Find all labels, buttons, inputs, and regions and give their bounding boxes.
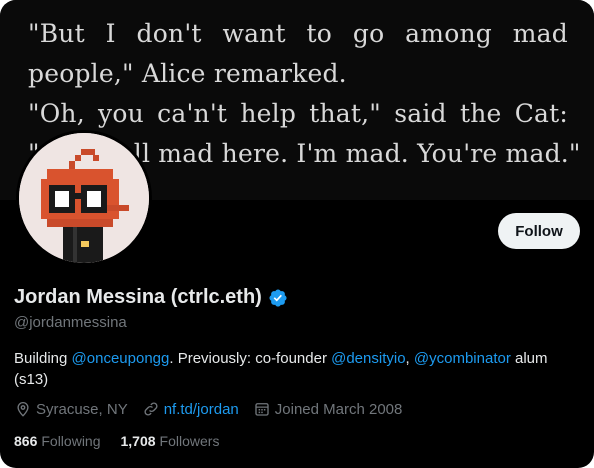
link-icon (144, 402, 158, 416)
follow-stats: 866 Following 1,708 Followers (14, 433, 239, 449)
display-name: Jordan Messina (ctrlc.eth) (14, 286, 262, 308)
location-pin-icon (17, 402, 29, 417)
profile-bio: Building @onceupongg. Previously: co-fou… (14, 348, 574, 390)
username-handle: @jordanmessina (14, 314, 127, 331)
location-text: Syracuse, NY (36, 400, 128, 418)
followers-count: 1,708 (120, 433, 156, 449)
location: Syracuse, NY (14, 400, 128, 418)
follow-button[interactable]: Follow (498, 213, 580, 249)
website: nf.td/jordan (142, 400, 239, 418)
verified-badge-icon[interactable] (268, 288, 288, 308)
followers-link[interactable]: 1,708 Followers (121, 433, 220, 449)
website-link[interactable]: nf.td/jordan (164, 401, 239, 418)
following-link[interactable]: 866 Following (14, 433, 101, 449)
name-row: Jordan Messina (ctrlc.eth) (14, 286, 288, 309)
avatar[interactable] (16, 130, 152, 266)
profile-meta: Syracuse, NY nf.td/jordan Joined March 2… (14, 400, 416, 418)
bio-text: . Previously: co-founder (169, 350, 332, 367)
pixel-ant-avatar-icon (19, 133, 149, 263)
calendar-icon (255, 403, 269, 416)
quote-line-2: people," Alice remarked. (28, 59, 347, 88)
followers-label: Followers (159, 433, 220, 449)
avatar-image (19, 133, 149, 263)
quote-line-1: "But I don't want to go among mad (28, 19, 568, 48)
quote-line-3: "Oh, you ca'n't help that," said the Cat… (28, 99, 568, 128)
bio-mention-link[interactable]: @densityio (331, 350, 405, 367)
following-count: 866 (14, 433, 38, 449)
join-date: Joined March 2008 (253, 400, 403, 418)
bio-text: Building (14, 350, 72, 367)
profile-card: "But I don't want to go among mad people… (0, 0, 594, 468)
following-label: Following (41, 433, 101, 449)
bio-mention-link[interactable]: @onceupongg (72, 350, 170, 367)
bio-mention-link[interactable]: @ycombinator (414, 350, 511, 367)
join-date-text: Joined March 2008 (274, 400, 403, 418)
bio-text: , (405, 350, 414, 367)
